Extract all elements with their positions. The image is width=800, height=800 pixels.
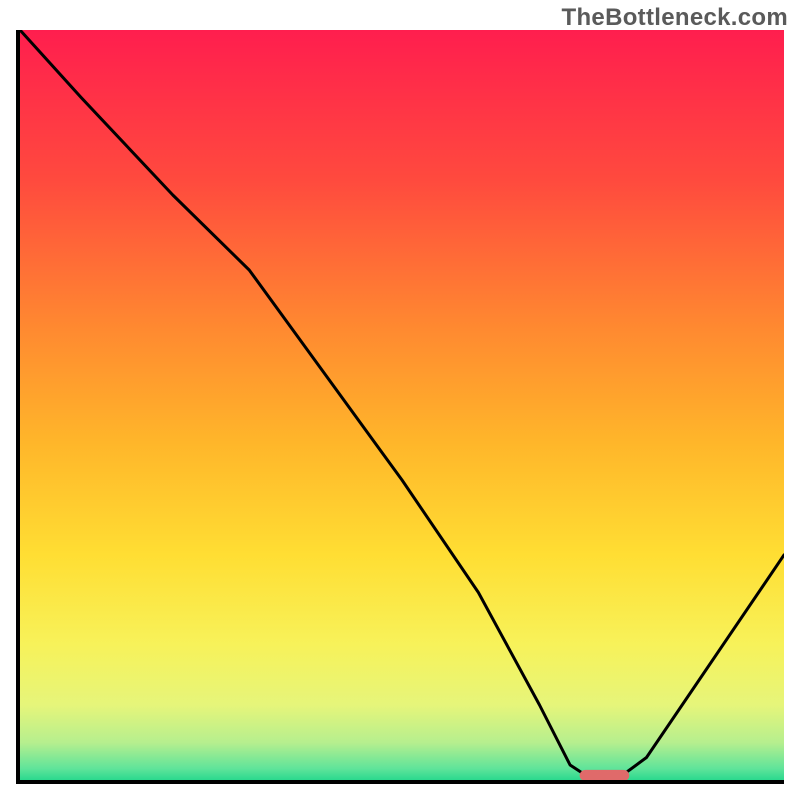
watermark-text: TheBottleneck.com <box>562 4 788 32</box>
chart-frame: TheBottleneck.com <box>0 0 800 800</box>
plot-area <box>16 30 784 784</box>
chart-background <box>20 30 784 780</box>
optimal-marker <box>580 770 630 780</box>
chart-svg <box>20 30 784 780</box>
